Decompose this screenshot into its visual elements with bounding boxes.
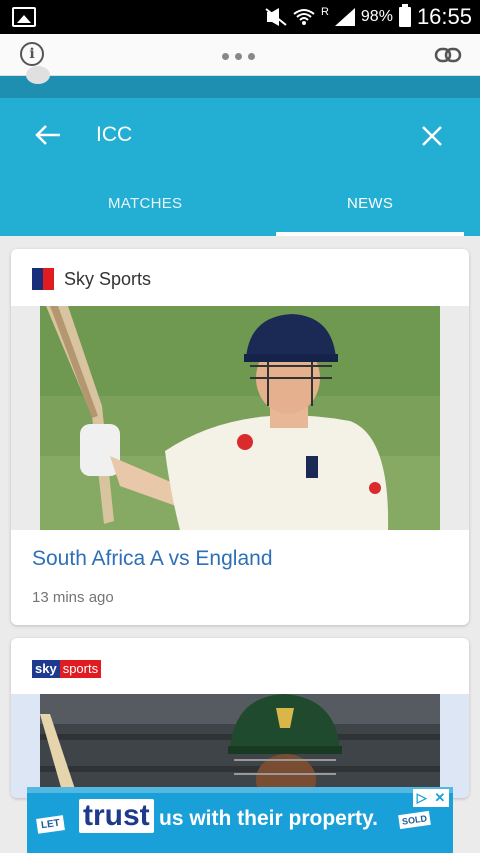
ad-choices[interactable]: ▷ ✕ bbox=[413, 789, 449, 807]
source-name: Sky Sports bbox=[64, 268, 152, 289]
info-icon[interactable]: i bbox=[20, 42, 44, 66]
news-card[interactable]: sky sports bbox=[11, 638, 469, 798]
active-tab-indicator bbox=[276, 232, 464, 236]
tab-matches[interactable]: MATCHES bbox=[108, 195, 182, 212]
news-image-frame bbox=[11, 306, 469, 530]
tab-news[interactable]: NEWS bbox=[347, 195, 393, 212]
ad-let-sign: LET bbox=[36, 815, 65, 834]
ad-sold-sign: SOLD bbox=[398, 810, 431, 830]
link-icon[interactable] bbox=[434, 44, 462, 66]
cell-signal-icon bbox=[334, 8, 355, 26]
mute-icon bbox=[265, 8, 287, 26]
cricketer-photo[interactable] bbox=[40, 306, 440, 530]
back-arrow-icon[interactable] bbox=[34, 124, 62, 146]
cricketer-photo[interactable] bbox=[40, 694, 440, 798]
battery-percent: 98% bbox=[360, 8, 393, 25]
source-logo-icon bbox=[32, 268, 54, 290]
ad-decoration bbox=[27, 787, 453, 793]
gallery-notification-icon bbox=[12, 7, 36, 27]
ad-info-icon[interactable]: ▷ bbox=[417, 790, 427, 806]
news-headline[interactable]: South Africa A vs England bbox=[32, 547, 273, 571]
ad-tagline: us with their property. bbox=[159, 807, 378, 830]
header-top-strip bbox=[0, 66, 480, 98]
status-icons: R 98% 16:55 bbox=[265, 0, 472, 34]
ad-banner[interactable]: LET trust us with their property. SOLD ▷… bbox=[27, 787, 453, 853]
news-card[interactable]: Sky Sports South Africa A vs England 13 … bbox=[11, 249, 469, 625]
roaming-label: R bbox=[320, 6, 329, 18]
clock: 16:55 bbox=[416, 4, 472, 29]
search-query[interactable]: ICC bbox=[96, 123, 132, 147]
battery-icon bbox=[398, 4, 411, 27]
browser-toolbar: i bbox=[0, 34, 480, 76]
search-header: ICC MATCHES NEWS bbox=[0, 66, 480, 236]
ad-trust-word: trust bbox=[79, 799, 154, 833]
screen: R 98% 16:55 i ICC MATCHES NEWS Sky Sport… bbox=[0, 0, 480, 853]
sky-sports-logo: sky sports bbox=[32, 660, 102, 678]
close-icon[interactable] bbox=[420, 124, 444, 148]
more-options-icon[interactable] bbox=[222, 53, 255, 60]
wifi-icon bbox=[293, 9, 315, 25]
news-image-frame bbox=[11, 694, 469, 798]
news-timestamp: 13 mins ago bbox=[32, 589, 114, 606]
ad-close-icon[interactable]: ✕ bbox=[434, 790, 445, 806]
news-source: Sky Sports bbox=[32, 267, 151, 291]
status-bar: R 98% 16:55 bbox=[0, 0, 480, 34]
